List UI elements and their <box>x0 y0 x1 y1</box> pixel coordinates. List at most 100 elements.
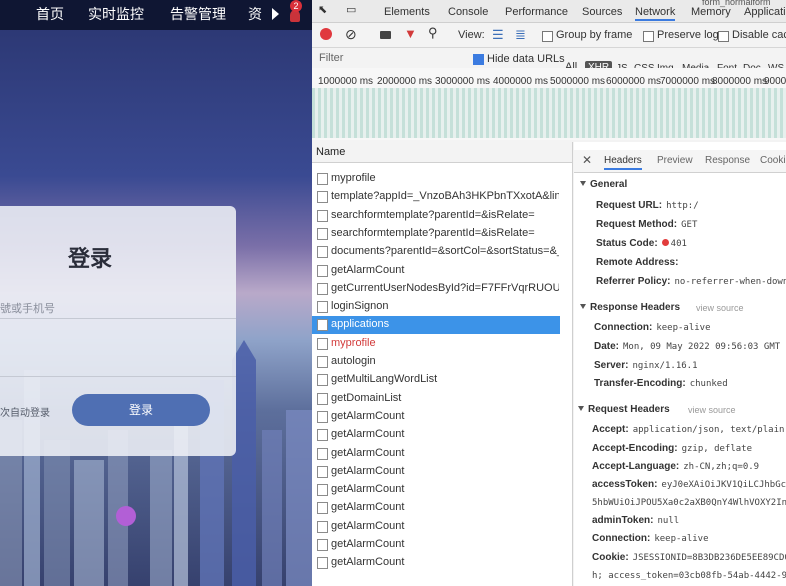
request-row[interactable]: searchformtemplate?parentId=&isRelate= <box>312 207 560 225</box>
waterfall-icon[interactable]: ≣ <box>515 27 526 43</box>
account-input[interactable]: 號或手机号 <box>0 300 55 316</box>
date-row: Date: Mon, 09 May 2022 09:56:03 GMT <box>594 341 780 352</box>
value: Mon, 09 May 2022 09:56:03 GMT <box>623 342 781 352</box>
mobile-app-icon[interactable] <box>116 506 136 526</box>
request-method-row: Request Method: GET <box>596 219 697 230</box>
close-icon[interactable]: ✕ <box>582 153 592 167</box>
large-rows-icon[interactable]: ☰ <box>492 27 504 43</box>
timeline-tick: 8000000 ms <box>712 76 768 87</box>
tab-sources[interactable]: Sources <box>582 6 622 18</box>
request-row[interactable]: getCurrentUserNodesById?id=F7FFrVqrRUOUE… <box>312 280 560 298</box>
request-name: getMultiLangWordList <box>331 373 438 386</box>
record-icon[interactable] <box>320 28 332 40</box>
request-row[interactable]: loginSignon <box>312 298 560 316</box>
response-view-source-link[interactable]: view source <box>696 303 744 313</box>
request-row[interactable]: getDomainList <box>312 390 560 408</box>
request-file-icon <box>317 337 328 350</box>
request-name: getAlarmCount <box>331 483 405 496</box>
value: chunked <box>689 379 728 389</box>
request-row[interactable]: getAlarmCount <box>312 463 560 481</box>
tab-response[interactable]: Response <box>705 155 750 166</box>
request-row[interactable]: getAlarmCount <box>312 518 560 536</box>
remote-address-row: Remote Address: <box>596 257 678 268</box>
timeline-tick: 7000000 ms <box>660 76 716 87</box>
request-name: loginSignon <box>331 300 389 313</box>
device-toolbar-icon[interactable]: ▭ <box>346 3 356 16</box>
request-row[interactable]: getAlarmCount <box>312 499 560 517</box>
preserve-log-checkbox[interactable] <box>643 31 654 42</box>
tab-cookies[interactable]: Cooki <box>760 155 786 166</box>
remember-login-label[interactable]: 次自动登录 <box>0 404 50 419</box>
nav-alarm-management[interactable]: 告警管理 <box>170 4 226 24</box>
request-row[interactable]: getAlarmCount <box>312 408 560 426</box>
key: Request URL: <box>596 200 663 211</box>
request-file-icon <box>317 319 328 332</box>
collapse-triangle-icon <box>580 181 586 186</box>
nav-realtime-monitor[interactable]: 实时监控 <box>88 4 144 24</box>
request-name: documents?parentId=&sortCol=&sortStatus=… <box>331 245 559 258</box>
camera-icon[interactable] <box>380 31 391 39</box>
request-row[interactable]: documents?parentId=&sortCol=&sortStatus=… <box>312 243 560 261</box>
filter-input[interactable]: Filter <box>319 52 343 64</box>
nav-home[interactable]: 首页 <box>36 4 64 24</box>
tab-memory[interactable]: Memory <box>691 6 731 18</box>
tab-headers[interactable]: Headers <box>604 155 642 170</box>
request-name: autologin <box>331 355 376 367</box>
request-headers-section-title[interactable]: Request Headers <box>578 404 670 415</box>
request-row[interactable]: applications <box>312 316 560 335</box>
hide-data-urls-checkbox[interactable] <box>473 54 484 65</box>
timeline-tick: 3000000 ms <box>435 76 491 87</box>
group-by-frame-label: Group by frame <box>556 29 633 41</box>
request-row[interactable]: getAlarmCount <box>312 536 560 554</box>
general-section-title[interactable]: General <box>580 179 627 190</box>
preserve-log-label: Preserve log <box>657 29 719 41</box>
request-row[interactable]: template?appId=_VnzoBAh3HKPbnTXxotA&link… <box>312 188 560 206</box>
key: Referrer Policy: <box>596 276 671 287</box>
request-row[interactable]: autologin <box>312 353 560 371</box>
inspect-cursor-icon[interactable]: ⬉ <box>318 3 327 16</box>
tab-console[interactable]: Console <box>448 6 488 18</box>
value: gzip, deflate <box>681 444 753 454</box>
tab-performance[interactable]: Performance <box>505 6 568 18</box>
key: Status Code: <box>596 238 658 249</box>
request-row[interactable]: getAlarmCount <box>312 445 560 463</box>
tab-elements[interactable]: Elements <box>384 6 430 18</box>
request-row[interactable]: searchformtemplate?parentId=&isRelate= <box>312 225 560 243</box>
request-row[interactable]: getAlarmCount <box>312 554 560 572</box>
request-row[interactable]: getAlarmCount <box>312 426 560 444</box>
request-row[interactable]: myprofile <box>312 335 560 353</box>
request-view-source-link[interactable]: view source <box>688 405 736 415</box>
login-button[interactable]: 登录 <box>72 394 210 426</box>
filter-funnel-icon[interactable]: ▼ <box>404 26 417 41</box>
key: Accept-Language: <box>592 461 680 472</box>
login-page: 首页 实时监控 告警管理 资 2 登录 號或手机号 次自动登录 登录 <box>0 0 312 586</box>
admin-token-row: adminToken: null <box>592 515 679 526</box>
request-name: myprofile <box>331 336 376 349</box>
tab-application[interactable]: Applicatio <box>744 6 786 18</box>
tab-preview[interactable]: Preview <box>657 155 693 166</box>
name-column-header[interactable]: Name <box>312 142 572 163</box>
server-row: Server: nginx/1.16.1 <box>594 360 698 371</box>
value: h; access_token=03cb08fb-54ab-4442-907 <box>592 571 786 581</box>
tab-network[interactable]: Network <box>635 6 676 21</box>
disable-cache-checkbox[interactable] <box>718 31 729 42</box>
response-headers-section-title[interactable]: Response Headers <box>580 302 680 313</box>
request-file-icon <box>317 191 328 204</box>
request-file-icon <box>317 392 328 405</box>
request-row[interactable]: myprofile <box>312 170 560 188</box>
nav-more-arrow-icon[interactable] <box>272 8 279 20</box>
request-row[interactable]: getAlarmCount <box>312 481 560 499</box>
search-icon[interactable]: ⚲ <box>428 25 438 41</box>
key: Cookie: <box>592 552 629 563</box>
group-by-frame-checkbox[interactable] <box>542 31 553 42</box>
request-row[interactable]: getMultiLangWordList <box>312 371 560 389</box>
request-row[interactable]: getAlarmCount <box>312 262 560 280</box>
key: Accept: <box>592 424 629 435</box>
timeline-tick: 6000000 ms <box>606 76 662 87</box>
nav-resource[interactable]: 资 <box>248 4 262 24</box>
clear-icon[interactable]: ⊘ <box>345 26 357 43</box>
accept-language-row: Accept-Language: zh-CN,zh;q=0.9 <box>592 461 759 472</box>
access-token-row: accessToken: eyJ0eXAiOiJKV1QiLCJhbGciO <box>592 479 786 490</box>
timeline-bars <box>312 88 786 138</box>
request-name: getAlarmCount <box>331 538 405 550</box>
